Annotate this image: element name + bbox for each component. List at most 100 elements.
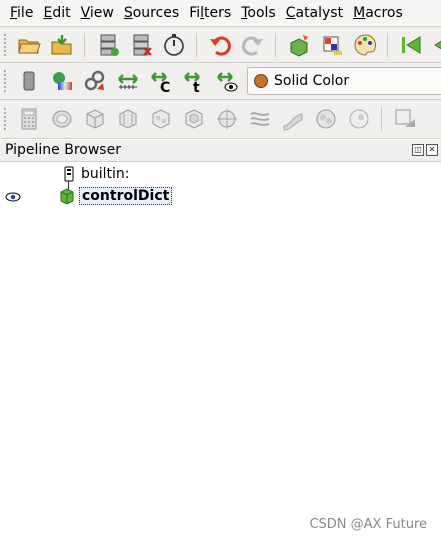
double-arrow-icon — [117, 74, 138, 89]
group-circles-icon — [316, 109, 335, 129]
threshold-cube-icon — [152, 109, 169, 129]
toolbar-grip[interactable] — [3, 69, 8, 93]
camera-link-button[interactable] — [282, 30, 315, 60]
pipeline-tree: builtin: controlDict — [0, 162, 441, 540]
menu-tools[interactable]: Tools — [236, 0, 281, 26]
warp-by-vector-button[interactable] — [276, 104, 309, 134]
pipeline-browser-header: Pipeline Browser ◫ ✕ — [0, 140, 441, 162]
menu-edit[interactable]: Edit — [38, 0, 75, 26]
tree-item-label: controlDict — [79, 187, 173, 205]
rescale-custom-button[interactable]: C — [144, 66, 177, 96]
group-datasets-button[interactable] — [309, 104, 342, 134]
undo-button[interactable] — [203, 30, 236, 60]
first-frame-icon — [401, 35, 420, 54]
stream-lines-icon — [249, 112, 269, 126]
toolbar-separator — [84, 32, 85, 57]
clip-button[interactable] — [78, 104, 111, 134]
stopwatch-icon — [163, 33, 184, 56]
probe-icon — [395, 109, 415, 127]
toolbar-separator — [387, 32, 388, 57]
previous-frame-icon — [433, 39, 441, 50]
menu-macros[interactable]: Macros — [348, 0, 408, 26]
glyph-button[interactable] — [210, 104, 243, 134]
rescale-visible-button[interactable] — [210, 66, 243, 96]
connect-button[interactable] — [91, 30, 124, 60]
stream-tracer-button[interactable] — [243, 104, 276, 134]
server-icon — [64, 166, 74, 182]
disconnect-button[interactable] — [124, 30, 157, 60]
toolbar-separator — [381, 107, 382, 131]
arrow-t-icon: t — [183, 72, 200, 93]
server-disconnect-icon — [133, 34, 152, 56]
menu-filters[interactable]: Filters — [184, 0, 236, 26]
arrow-eye-icon — [216, 72, 237, 92]
open-button[interactable] — [12, 30, 45, 60]
common-filters-toolbar — [0, 100, 441, 139]
rescale-data-range-button[interactable] — [111, 66, 144, 96]
menu-file[interactable]: File — [0, 0, 38, 26]
edit-colormap-button[interactable] — [315, 30, 348, 60]
load-folder-icon — [51, 34, 71, 54]
toolbar-grip[interactable] — [3, 32, 8, 57]
rescale-temporal-button[interactable]: t — [177, 66, 210, 96]
colormap-edit-icon — [323, 36, 342, 55]
green-cube-icon — [60, 188, 74, 204]
coloring-value: Solid Color — [274, 73, 350, 89]
show-center-button[interactable] — [12, 66, 45, 96]
gray-cylinder-icon — [23, 71, 34, 91]
warp-icon — [283, 113, 302, 131]
toolbar-separator — [196, 32, 197, 57]
menu-sources[interactable]: Sources — [119, 0, 184, 26]
menu-catalyst[interactable]: Catalyst — [281, 0, 348, 26]
slice-button[interactable] — [111, 104, 144, 134]
tree-item-builtin[interactable]: builtin: — [62, 164, 130, 184]
toolbar-separator — [275, 32, 276, 57]
undo-icon — [209, 36, 231, 56]
contour-icon — [52, 110, 71, 128]
calculator-button[interactable] — [12, 104, 45, 134]
load-state-button[interactable] — [45, 30, 78, 60]
extract-subset-button[interactable] — [177, 104, 210, 134]
menu-view[interactable]: View — [76, 0, 119, 26]
toggle-color-legend-button[interactable] — [45, 66, 78, 96]
solid-color-swatch — [254, 74, 268, 88]
redo-icon — [241, 36, 263, 56]
calculator-icon — [21, 108, 36, 130]
arrow-c-icon: C — [150, 72, 170, 93]
slice-cube-icon — [119, 109, 136, 129]
clip-cube-icon — [86, 109, 103, 129]
svg-text:C: C — [160, 80, 170, 93]
toolbar-grip[interactable] — [3, 107, 8, 131]
float-panel-icon[interactable]: ◫ — [412, 144, 424, 156]
previous-frame-button[interactable] — [427, 30, 441, 60]
tree-item-controldict[interactable]: controlDict — [60, 186, 173, 206]
subset-cube-icon — [185, 109, 202, 129]
extract-level-button[interactable] — [342, 104, 375, 134]
watermark: CSDN @AX Future — [309, 517, 427, 532]
camera-link-icon — [290, 34, 308, 57]
color-legend-icon — [52, 72, 72, 90]
first-frame-button[interactable] — [394, 30, 427, 60]
panel-title: Pipeline Browser — [5, 142, 121, 158]
auto-apply-button[interactable] — [157, 30, 190, 60]
open-folder-icon — [17, 39, 41, 53]
glyph-sphere-icon — [216, 109, 237, 129]
redo-button[interactable] — [236, 30, 269, 60]
close-icon[interactable]: ✕ — [426, 144, 438, 156]
palette-icon — [354, 33, 376, 56]
visibility-eye-icon[interactable] — [5, 191, 21, 203]
threshold-button[interactable] — [144, 104, 177, 134]
menu-bar: File Edit View Sources Filters Tools Cat… — [0, 0, 441, 27]
tree-item-label: builtin: — [81, 166, 130, 182]
coloring-select[interactable]: Solid Color ▾ — [247, 67, 441, 95]
representation-toolbar: C t Solid Color ▾ — [0, 63, 441, 100]
palette-button[interactable] — [348, 30, 381, 60]
chain-link-icon — [84, 70, 104, 91]
svg-text:t: t — [193, 80, 200, 93]
rescale-range-button[interactable] — [78, 66, 111, 96]
server-connect-icon — [100, 34, 119, 56]
probe-button[interactable] — [388, 104, 421, 134]
main-toolbar — [0, 27, 441, 63]
contour-button[interactable] — [45, 104, 78, 134]
extract-level-icon — [349, 109, 368, 129]
